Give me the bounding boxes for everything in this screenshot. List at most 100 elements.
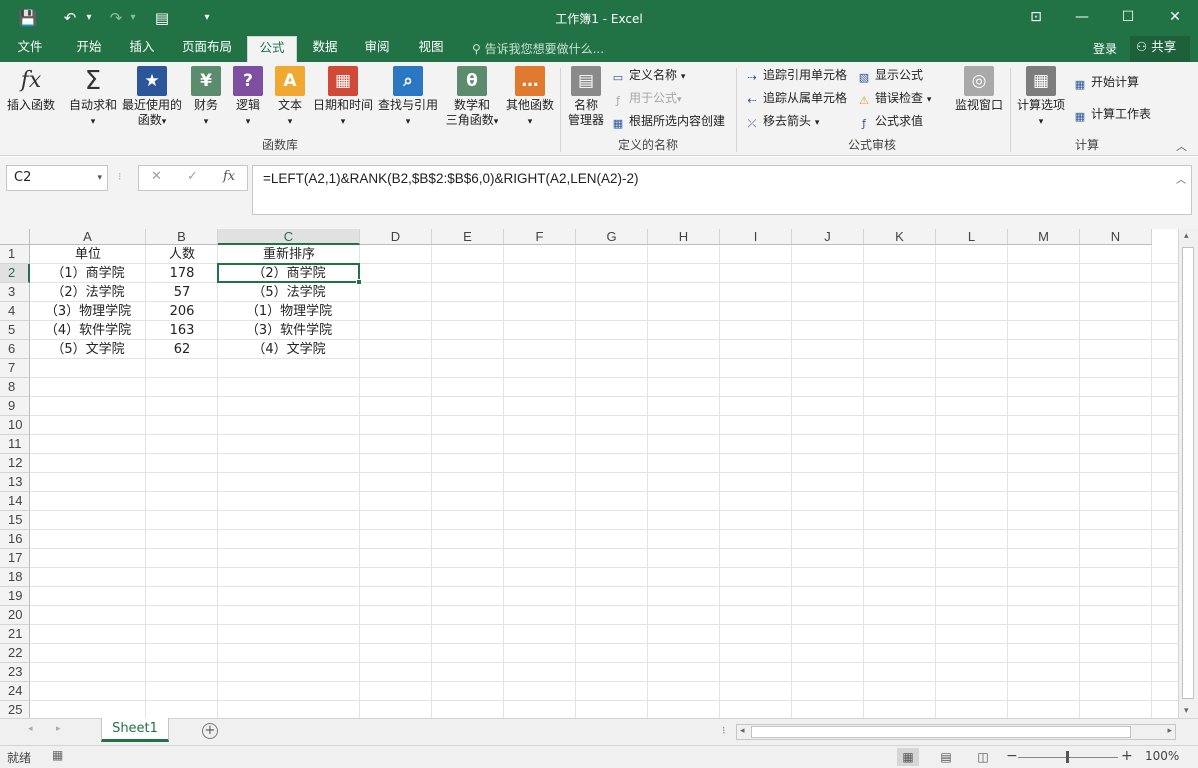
column-header-j[interactable]: J <box>792 229 864 245</box>
tab-page-layout[interactable]: 页面布局 <box>172 36 242 62</box>
watch-window-button[interactable]: ◎ 监视窗口 <box>952 66 1006 113</box>
normal-view-icon[interactable]: ▦ <box>897 748 919 766</box>
row-header-25[interactable]: 25 <box>0 701 30 718</box>
vertical-scrollbar[interactable]: ▴ ▾ <box>1178 229 1198 718</box>
use-in-formula-button[interactable]: ƒ 用于公式▾ <box>610 88 681 108</box>
row-header-11[interactable]: 11 <box>0 435 30 454</box>
calc-now-button[interactable]: ▦ 开始计算 <box>1072 72 1139 92</box>
cell-b3[interactable]: 57 <box>146 283 218 302</box>
more-functions-button[interactable]: … 其他函数 ▾ <box>504 66 556 130</box>
enter-icon[interactable]: ✓ <box>187 169 198 184</box>
cell-a1[interactable]: 单位 <box>30 245 146 264</box>
text-button[interactable]: A 文本 ▾ <box>272 66 308 130</box>
minimize-icon[interactable]: — <box>1059 0 1105 34</box>
column-header-c[interactable]: C <box>218 229 360 245</box>
column-header-f[interactable]: F <box>504 229 576 245</box>
cell-c4[interactable]: （1）物理学院 <box>218 302 360 321</box>
scroll-up-icon[interactable]: ▴ <box>1184 231 1189 241</box>
column-header-h[interactable]: H <box>648 229 720 245</box>
tab-review[interactable]: 审阅 <box>354 36 400 62</box>
share-button[interactable]: ⚇ 共享 <box>1130 36 1190 62</box>
show-formulas-button[interactable]: ▧ 显示公式 <box>856 65 923 85</box>
tell-me-search[interactable]: ⚲ 告诉我您想要做什么... <box>472 40 604 57</box>
column-header-l[interactable]: L <box>936 229 1008 245</box>
macro-record-icon[interactable]: ▦ <box>52 748 63 762</box>
add-sheet-icon[interactable]: + <box>202 723 218 739</box>
vertical-scroll-thumb[interactable] <box>1182 247 1194 699</box>
next-sheet-icon[interactable]: ▸ <box>56 724 61 734</box>
column-header-a[interactable]: A <box>30 229 146 245</box>
tab-data[interactable]: 数据 <box>302 36 348 62</box>
name-manager-button[interactable]: ▤ 名称 管理器 <box>564 66 608 128</box>
row-header-14[interactable]: 14 <box>0 492 30 511</box>
datetime-button[interactable]: ▦ 日期和时间 ▾ <box>312 66 374 130</box>
row-header-6[interactable]: 6 <box>0 340 30 359</box>
row-header-19[interactable]: 19 <box>0 587 30 606</box>
close-icon[interactable]: ✕ <box>1152 0 1198 34</box>
column-header-e[interactable]: E <box>432 229 504 245</box>
tab-home[interactable]: 开始 <box>64 36 114 62</box>
remove-arrows-button[interactable]: ⤫ 移去箭头 ▾ <box>744 111 820 131</box>
row-header-9[interactable]: 9 <box>0 397 30 416</box>
cell-b6[interactable]: 62 <box>146 340 218 359</box>
cell-b5[interactable]: 163 <box>146 321 218 340</box>
fill-handle[interactable] <box>356 279 362 285</box>
cell-b4[interactable]: 206 <box>146 302 218 321</box>
evaluate-formula-button[interactable]: ƒ 公式求值 <box>856 111 923 131</box>
row-header-20[interactable]: 20 <box>0 606 30 625</box>
tab-view[interactable]: 视图 <box>408 36 454 62</box>
zoom-in-icon[interactable]: + <box>1121 748 1133 764</box>
math-trig-button[interactable]: θ 数学和 三角函数▾ <box>442 66 502 130</box>
formula-input[interactable]: =LEFT(A2,1)&RANK(B2,$B$2:$B$6,0)&RIGHT(A… <box>252 165 1192 215</box>
maximize-icon[interactable]: ☐ <box>1105 0 1151 34</box>
zoom-slider-thumb[interactable] <box>1066 751 1069 763</box>
calc-sheet-button[interactable]: ▦ 计算工作表 <box>1072 104 1151 124</box>
cell-b2[interactable]: 178 <box>146 264 218 283</box>
prev-sheet-icon[interactable]: ◂ <box>28 724 33 734</box>
page-layout-view-icon[interactable]: ▤ <box>935 748 957 766</box>
row-header-15[interactable]: 15 <box>0 511 30 530</box>
cell-c3[interactable]: （5）法学院 <box>218 283 360 302</box>
expand-formula-icon[interactable]: ︿ <box>1176 171 1186 186</box>
row-header-1[interactable]: 1 <box>0 245 30 264</box>
horizontal-scroll-thumb[interactable] <box>751 726 1131 738</box>
column-header-n[interactable]: N <box>1080 229 1152 245</box>
row-header-17[interactable]: 17 <box>0 549 30 568</box>
ribbon-display-icon[interactable]: ⊡ <box>1013 0 1059 34</box>
cell-a6[interactable]: （5）文学院 <box>30 340 146 359</box>
tab-file[interactable]: 文件 <box>6 36 54 62</box>
drag-handle-icon[interactable]: ⁝ <box>118 170 122 183</box>
cell-a3[interactable]: （2）法学院 <box>30 283 146 302</box>
row-header-10[interactable]: 10 <box>0 416 30 435</box>
sheet-tab-sheet1[interactable]: Sheet1 <box>101 718 169 742</box>
column-header-g[interactable]: G <box>576 229 648 245</box>
cell-c6[interactable]: （4）文学院 <box>218 340 360 359</box>
error-checking-button[interactable]: ⚠ 错误检查 ▾ <box>856 88 931 108</box>
cell-c5[interactable]: （3）软件学院 <box>218 321 360 340</box>
column-header-b[interactable]: B <box>146 229 218 245</box>
zoom-level[interactable]: 100% <box>1145 749 1179 763</box>
column-header-i[interactable]: I <box>720 229 792 245</box>
autosum-button[interactable]: Σ 自动求和 ▾ <box>66 66 120 130</box>
worksheet-grid[interactable]: A B C D E F G H I J K L M N 1 2 3 4 5 6 7 8 9 10 11 12 13 14 15 16 17 1… <box>0 229 1178 718</box>
column-header-k[interactable]: K <box>864 229 936 245</box>
insert-function-button[interactable]: fx 插入函数 <box>4 66 58 113</box>
column-header-d[interactable]: D <box>360 229 432 245</box>
zoom-out-icon[interactable]: − <box>1006 748 1018 764</box>
recently-used-button[interactable]: ★ 最近使用的 函数▾ <box>120 66 184 130</box>
create-from-selection-button[interactable]: ▦ 根据所选内容创建 <box>610 111 725 131</box>
horizontal-scrollbar[interactable]: ◂ ▸ <box>736 724 1176 740</box>
select-all-corner[interactable] <box>0 229 30 245</box>
sign-in-link[interactable]: 登录 <box>1093 40 1117 57</box>
row-header-7[interactable]: 7 <box>0 359 30 378</box>
active-cell-border[interactable] <box>217 263 362 285</box>
split-handle-icon[interactable]: ⁝ <box>722 724 726 737</box>
cell-b1[interactable]: 人数 <box>146 245 218 264</box>
cell-a2[interactable]: （1）商学院 <box>30 264 146 283</box>
cell-a5[interactable]: （4）软件学院 <box>30 321 146 340</box>
collapse-ribbon-icon[interactable]: ︿ <box>1176 138 1187 154</box>
page-break-view-icon[interactable]: ◫ <box>972 748 994 766</box>
tab-formulas[interactable]: 公式 <box>247 36 297 62</box>
row-header-16[interactable]: 16 <box>0 530 30 549</box>
row-header-4[interactable]: 4 <box>0 302 30 321</box>
